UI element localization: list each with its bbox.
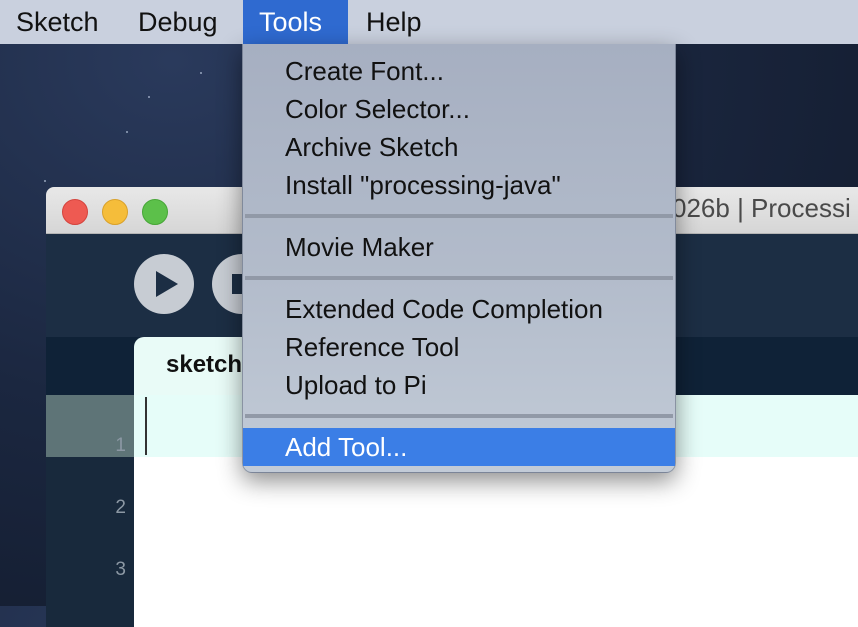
menu-separator [245, 276, 673, 280]
zoom-window-button[interactable] [142, 199, 168, 225]
star [148, 96, 150, 98]
menu-item-reference-tool[interactable]: Reference Tool [243, 328, 675, 366]
line-number: 2 [115, 497, 126, 518]
menu-item-upload-to-pi[interactable]: Upload to Pi [243, 366, 675, 404]
star [44, 180, 46, 182]
close-window-button[interactable] [62, 199, 88, 225]
menu-separator [245, 214, 673, 218]
menu-item-movie-maker[interactable]: Movie Maker [243, 228, 675, 266]
text-caret [145, 397, 147, 455]
menu-item-extended-code-completion[interactable]: Extended Code Completion [243, 290, 675, 328]
menu-separator [245, 414, 673, 418]
window-title: 026b | Processi [672, 193, 851, 223]
run-button[interactable] [134, 254, 194, 314]
minimize-window-button[interactable] [102, 199, 128, 225]
star [126, 131, 128, 133]
star [200, 72, 202, 74]
play-icon [156, 271, 178, 297]
menu-item-install-processing-java[interactable]: Install "processing-java" [243, 166, 675, 204]
menu-help[interactable]: Help [350, 0, 438, 44]
tools-menu-dropdown: Create Font... Color Selector... Archive… [242, 44, 676, 473]
menu-bar: Sketch Debug Tools Help [0, 0, 858, 44]
line-number: 3 [115, 559, 126, 580]
menu-sketch[interactable]: Sketch [0, 0, 115, 44]
line-number-gutter: 1 2 3 [46, 395, 134, 627]
menu-debug[interactable]: Debug [122, 0, 234, 44]
menu-item-color-selector[interactable]: Color Selector... [243, 90, 675, 128]
line-number: 1 [115, 435, 126, 456]
menu-item-archive-sketch[interactable]: Archive Sketch [243, 128, 675, 166]
menu-tools[interactable]: Tools [243, 0, 348, 44]
menu-item-add-tool[interactable]: Add Tool... [243, 428, 675, 466]
menu-item-create-font[interactable]: Create Font... [243, 52, 675, 90]
